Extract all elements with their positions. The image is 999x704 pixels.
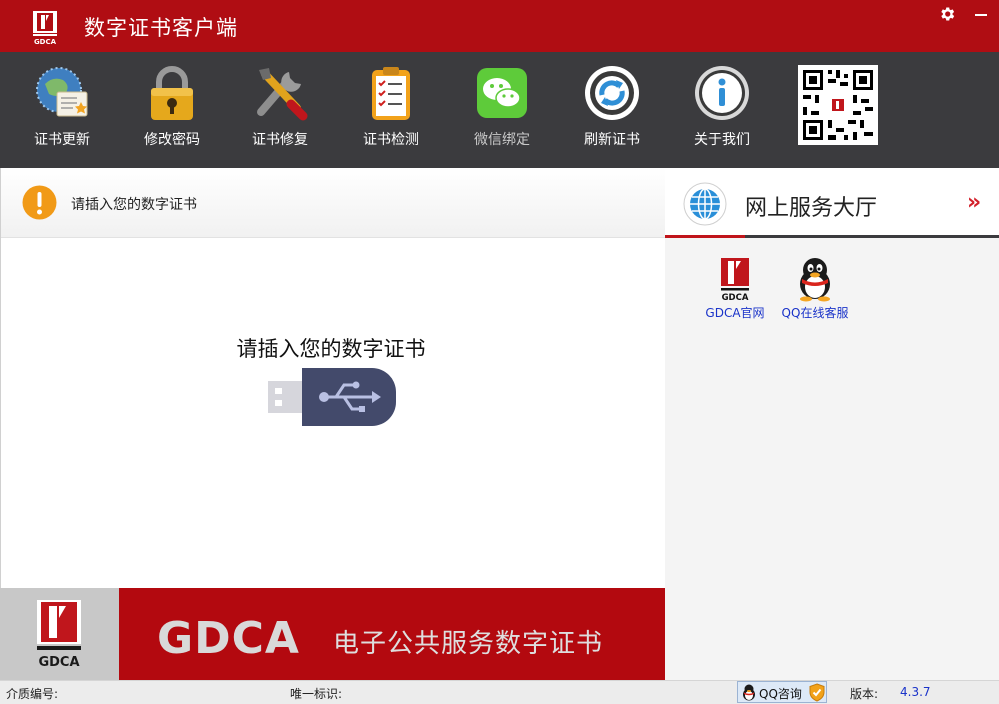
- service-hall-header: 网上服务大厅 »: [665, 168, 999, 238]
- svg-text:GDCA: GDCA: [34, 38, 57, 45]
- toolbar-item-about-us[interactable]: 关于我们: [672, 64, 772, 160]
- gear-icon: [941, 7, 955, 21]
- toolbar-item-wechat-bind[interactable]: 微信绑定: [452, 64, 552, 160]
- status-bar: 介质编号: 唯一标识: QQ咨询 版本: 4.3.7: [0, 680, 999, 704]
- toolbar-item-cert-check[interactable]: 证书检测: [341, 64, 441, 160]
- toolbar: 证书更新 修改密码 证书修复 证书检测 微信绑定 刷新证书 关于我们: [0, 52, 999, 168]
- notice-text: 请插入您的数字证书: [71, 197, 197, 213]
- main-panel: 请插入您的数字证书 请插入您的数字证书: [0, 168, 666, 588]
- toolbar-item-cert-repair[interactable]: 证书修复: [230, 64, 330, 160]
- toolbar-item-refresh-cert[interactable]: 刷新证书: [562, 64, 662, 160]
- qq-consult-button[interactable]: QQ咨询: [737, 681, 827, 703]
- toolbar-item-label: 修改密码: [144, 132, 200, 148]
- header-accent-line: [665, 235, 745, 238]
- gdca-logo-icon: GDCA: [37, 600, 81, 670]
- version-label: 版本:: [850, 687, 879, 701]
- app-window: GDCA 数字证书客户端 证书更新 修改密码 证书修复 证书检测 微信绑定 刷新…: [0, 0, 999, 704]
- service-hall-title: 网上服务大厅: [745, 196, 878, 221]
- gdca-banner: GDCA GDCA 电子公共服务数字证书: [0, 588, 665, 680]
- qq-consult-label: QQ咨询: [759, 687, 802, 701]
- banner-logo-text: GDCA: [38, 655, 79, 670]
- minimize-icon: [974, 14, 987, 16]
- certificate-update-icon: [36, 67, 88, 117]
- info-icon: [695, 66, 749, 120]
- svg-text:GDCA: GDCA: [722, 293, 749, 302]
- toolbar-item-change-password[interactable]: 修改密码: [122, 64, 222, 160]
- service-qq-support[interactable]: QQ在线客服: [775, 256, 855, 321]
- gdca-logo-icon: GDCA: [721, 258, 749, 302]
- qq-penguin-icon: [800, 258, 830, 302]
- title-bar: GDCA 数字证书客户端: [0, 0, 999, 52]
- toolbar-item-cert-update[interactable]: 证书更新: [12, 64, 112, 160]
- expand-chevron-icon[interactable]: »: [967, 190, 981, 215]
- toolbar-item-label: 关于我们: [694, 132, 750, 148]
- toolbar-item-label: 微信绑定: [474, 132, 530, 148]
- qq-penguin-icon: [743, 684, 755, 701]
- usb-key-icon: [268, 368, 396, 426]
- window-title: 数字证书客户端: [84, 16, 238, 40]
- banner-logo-box: GDCA: [0, 588, 119, 680]
- padlock-icon: [151, 66, 193, 120]
- service-gdca-website[interactable]: GDCA GDCA官网: [695, 256, 775, 321]
- toolbar-item-label: 证书检测: [363, 132, 419, 148]
- service-hall-panel: 网上服务大厅 » GDCA GDCA官网 QQ在线客服: [665, 168, 999, 680]
- tools-repair-icon: [257, 68, 308, 121]
- toolbar-item-label: 证书修复: [252, 132, 308, 148]
- version-value: 4.3.7: [900, 685, 931, 699]
- globe-icon: [683, 182, 727, 226]
- notice-bar: 请插入您的数字证书: [1, 168, 666, 238]
- media-id-label: 介质编号:: [6, 687, 59, 701]
- banner-slogan: 电子公共服务数字证书: [333, 629, 604, 659]
- gdca-logo-icon: GDCA: [33, 11, 57, 45]
- unique-id-label: 唯一标识:: [290, 687, 343, 701]
- service-label: GDCA官网: [705, 306, 765, 320]
- refresh-icon: [585, 66, 639, 120]
- minimize-button[interactable]: [962, 0, 999, 28]
- settings-button[interactable]: [932, 0, 962, 28]
- warning-icon: [22, 185, 57, 220]
- toolbar-item-label: 证书更新: [34, 132, 90, 148]
- clipboard-checklist-icon: [372, 67, 410, 120]
- wechat-icon: [477, 68, 527, 118]
- shield-check-icon: [809, 683, 825, 702]
- insert-prompt: 请插入您的数字证书: [236, 337, 426, 361]
- service-label: QQ在线客服: [781, 306, 849, 320]
- banner-brand: GDCA: [157, 613, 300, 664]
- qr-code: [798, 65, 878, 145]
- toolbar-item-label: 刷新证书: [584, 132, 640, 148]
